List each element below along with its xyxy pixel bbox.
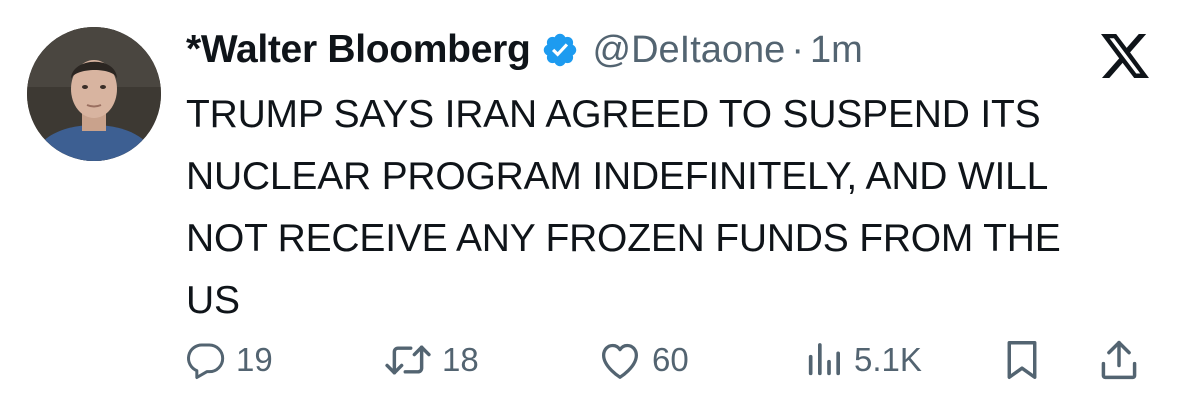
reply-count: 19 xyxy=(236,341,273,378)
views-icon xyxy=(804,340,844,380)
author-handle[interactable]: @DeItaone xyxy=(593,29,786,72)
like-icon xyxy=(598,340,642,380)
repost-icon xyxy=(384,340,432,380)
avatar-photo xyxy=(27,27,161,161)
tweet-text: TRUMP SAYS IRAN AGREED TO SUSPEND ITS NU… xyxy=(186,93,1061,322)
reply-icon xyxy=(186,340,226,380)
x-logo-icon[interactable] xyxy=(1101,34,1149,78)
repost-button[interactable]: 18 xyxy=(384,335,479,385)
verified-badge-icon[interactable] xyxy=(541,31,579,69)
tweet-timestamp[interactable]: 1m xyxy=(810,29,863,72)
share-icon xyxy=(1098,338,1140,382)
author-name[interactable]: *Walter Bloomberg xyxy=(186,28,531,72)
repost-count: 18 xyxy=(442,341,479,378)
bookmark-button[interactable] xyxy=(1002,335,1042,385)
share-button[interactable] xyxy=(1098,335,1140,385)
tweet-header: *Walter Bloomberg @DeItaone · 1m xyxy=(186,22,863,78)
action-bar: 19 18 60 5.1K xyxy=(186,335,1149,385)
views-count: 5.1K xyxy=(854,341,922,378)
separator-dot: · xyxy=(791,28,804,71)
like-count: 60 xyxy=(652,341,689,378)
like-button[interactable]: 60 xyxy=(598,335,689,385)
reply-button[interactable]: 19 xyxy=(186,335,273,385)
bookmark-icon xyxy=(1002,338,1042,382)
views-button[interactable]: 5.1K xyxy=(804,335,922,385)
avatar[interactable] xyxy=(27,27,161,161)
